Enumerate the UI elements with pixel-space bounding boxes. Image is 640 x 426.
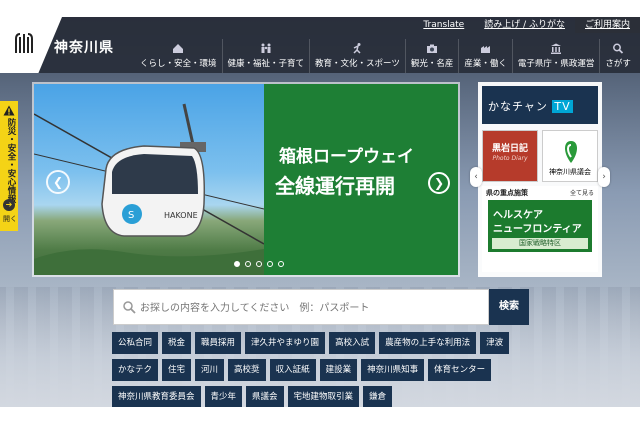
kanachan-tv-banner[interactable]: かなチャン TV bbox=[482, 86, 598, 124]
panel-next-arrow-icon[interactable]: › bbox=[598, 167, 610, 187]
tag-link[interactable]: かなテク bbox=[112, 359, 159, 381]
nav-label: 観光・名産 bbox=[410, 59, 454, 69]
search-box bbox=[113, 289, 489, 325]
site-header: 神奈川県 Translate 読み上げ / ふりがな ご利用案内 くらし・安全・… bbox=[0, 17, 640, 73]
read-aloud-link[interactable]: 読み上げ / ふりがな bbox=[474, 17, 575, 33]
assembly-logo-icon bbox=[565, 141, 577, 163]
tag-row: かなテク 住宅 河川 高校奨 収入証紙 建設業 神奈川県知事 体育センター bbox=[112, 359, 532, 381]
utility-links: Translate 読み上げ / ふりがな ご利用案内 bbox=[413, 17, 640, 33]
hero-prev-button[interactable]: ❮ bbox=[46, 170, 70, 194]
governor-diary-tile[interactable]: 黒岩日記 Photo Diary bbox=[482, 130, 538, 182]
slider-dot[interactable] bbox=[256, 261, 262, 267]
tag-link[interactable]: 津久井やまゆり園 bbox=[245, 332, 326, 354]
tag-link[interactable]: 建設業 bbox=[319, 359, 358, 381]
building-icon bbox=[551, 43, 562, 54]
tag-link[interactable]: 職員採用 bbox=[195, 332, 242, 354]
kanachan-tv-label: かなチャン TV bbox=[488, 100, 573, 113]
hero-slider: S HAKONE 箱根ロープウェイ 全線運行再開 ❯ ❮ bbox=[32, 82, 460, 277]
warning-icon bbox=[3, 105, 15, 116]
hero-title: 箱根ロープウェイ bbox=[279, 147, 414, 167]
kanagawa-emblem-icon bbox=[15, 33, 33, 53]
tag-link[interactable]: 公私合同 bbox=[112, 332, 159, 354]
slider-dots bbox=[234, 261, 284, 267]
tag-link[interactable]: 宅地建物取引業 bbox=[287, 386, 360, 407]
tag-link[interactable]: 青少年 bbox=[204, 386, 243, 407]
right-panel: かなチャン TV 黒岩日記 Photo Diary 神奈川県議会 県の重点施策 … bbox=[478, 82, 602, 277]
tag-link[interactable]: 体育センター bbox=[428, 359, 492, 381]
tag-row: 神奈川県教育委員会 青少年 県議会 宅地建物取引業 鎌倉 bbox=[112, 386, 532, 407]
search-icon bbox=[123, 301, 136, 314]
nav-item-health[interactable]: 健康・福祉・子育て bbox=[221, 39, 310, 73]
tag-link[interactable]: 税金 bbox=[162, 332, 192, 354]
tag-link[interactable]: 住宅 bbox=[162, 359, 192, 381]
hero-next-button[interactable]: ❯ bbox=[428, 172, 450, 194]
nav-item-living[interactable]: くらし・安全・環境 bbox=[135, 39, 222, 73]
banner-line1: ヘルスケア bbox=[493, 210, 543, 221]
search-input[interactable] bbox=[140, 298, 470, 318]
nav-item-search[interactable]: さがす bbox=[599, 39, 636, 73]
site-name[interactable]: 神奈川県 bbox=[54, 37, 114, 57]
nav-label: くらし・安全・環境 bbox=[140, 59, 217, 69]
runner-icon bbox=[353, 43, 361, 54]
open-label: 開く bbox=[3, 215, 17, 223]
nav-label: 健康・福祉・子育て bbox=[227, 59, 305, 69]
camera-icon bbox=[427, 44, 438, 53]
tag-link[interactable]: 農産物の上手な利用法 bbox=[379, 332, 477, 354]
prefectural-assembly-label: 神奈川県議会 bbox=[549, 168, 591, 176]
tag-link[interactable]: 鎌倉 bbox=[363, 386, 393, 407]
open-arrow-icon[interactable]: ➔ bbox=[3, 199, 15, 211]
panel-prev-arrow-icon[interactable]: ‹ bbox=[470, 167, 482, 187]
usage-guide-link[interactable]: ご利用案内 bbox=[574, 17, 640, 33]
tag-link[interactable]: 収入証紙 bbox=[269, 359, 316, 381]
priority-policies-heading: 県の重点施策 bbox=[486, 189, 528, 197]
tag-link[interactable]: 神奈川県知事 bbox=[361, 359, 425, 381]
see-all-link[interactable]: 全て見る bbox=[570, 188, 594, 197]
nav-item-government[interactable]: 電子県庁・県政運営 bbox=[511, 39, 600, 73]
nav-item-tourism[interactable]: 観光・名産 bbox=[404, 39, 459, 73]
svg-text:S: S bbox=[128, 210, 134, 221]
disaster-info-tab[interactable]: 防災・安全・安心情報 ➔ 開く bbox=[0, 101, 18, 231]
factory-icon bbox=[480, 46, 490, 53]
tag-link[interactable]: 高校入試 bbox=[329, 332, 376, 354]
site-logo[interactable] bbox=[0, 17, 62, 73]
nav-label: さがす bbox=[605, 59, 631, 69]
tag-link[interactable]: 津波 bbox=[480, 332, 510, 354]
governor-diary-sub: Photo Diary bbox=[492, 155, 528, 162]
nav-label: 電子県庁・県政運営 bbox=[517, 59, 595, 69]
nav-label: 教育・文化・スポーツ bbox=[315, 59, 400, 69]
tag-row: 公私合同 税金 職員採用 津久井やまゆり園 高校入試 農産物の上手な利用法 津波 bbox=[112, 332, 532, 354]
page-background: 神奈川県 Translate 読み上げ / ふりがな ご利用案内 くらし・安全・… bbox=[0, 17, 640, 407]
slider-dot[interactable] bbox=[245, 261, 251, 267]
disaster-info-label: 防災・安全・安心情報 bbox=[6, 118, 16, 203]
search-icon bbox=[613, 43, 624, 54]
slider-dot[interactable] bbox=[234, 261, 240, 267]
tag-link[interactable]: 高校奨 bbox=[228, 359, 266, 381]
translate-link[interactable]: Translate bbox=[413, 17, 474, 33]
family-icon bbox=[261, 43, 271, 53]
hero-subtitle: 全線運行再開 bbox=[275, 174, 395, 198]
tag-link[interactable]: 神奈川県教育委員会 bbox=[112, 386, 201, 407]
healthcare-banner[interactable]: ヘルスケア ニューフロンティア 国家戦略特区 bbox=[488, 200, 592, 252]
governor-diary-title: 黒岩日記 bbox=[491, 144, 528, 154]
house-icon bbox=[173, 44, 184, 53]
nav-item-industry[interactable]: 産業・働く bbox=[458, 39, 512, 73]
tag-link[interactable]: 県議会 bbox=[246, 386, 284, 407]
global-nav: くらし・安全・環境 健康・福祉・子育て 教育・文化・スポーツ 観光・名産 産業・… bbox=[135, 39, 636, 73]
banner-line2: ニューフロンティア bbox=[493, 224, 582, 235]
slider-dot[interactable] bbox=[278, 261, 284, 267]
quick-tags: 公私合同 税金 職員採用 津久井やまゆり園 高校入試 農産物の上手な利用法 津波… bbox=[112, 332, 532, 407]
nav-item-education[interactable]: 教育・文化・スポーツ bbox=[309, 39, 405, 73]
prefectural-assembly-tile[interactable]: 神奈川県議会 bbox=[542, 130, 598, 182]
slider-dot[interactable] bbox=[267, 261, 273, 267]
nav-label: 産業・働く bbox=[464, 59, 507, 69]
bottom-margin bbox=[0, 407, 640, 426]
tag-link[interactable]: 河川 bbox=[195, 359, 225, 381]
search-button[interactable]: 検索 bbox=[489, 289, 529, 325]
priority-policies-section: 県の重点施策 全て見る ヘルスケア ニューフロンティア 国家戦略特区 bbox=[482, 186, 598, 272]
gondola-label: HAKONE bbox=[164, 211, 198, 220]
banner-line3: 国家戦略特区 bbox=[492, 238, 588, 249]
